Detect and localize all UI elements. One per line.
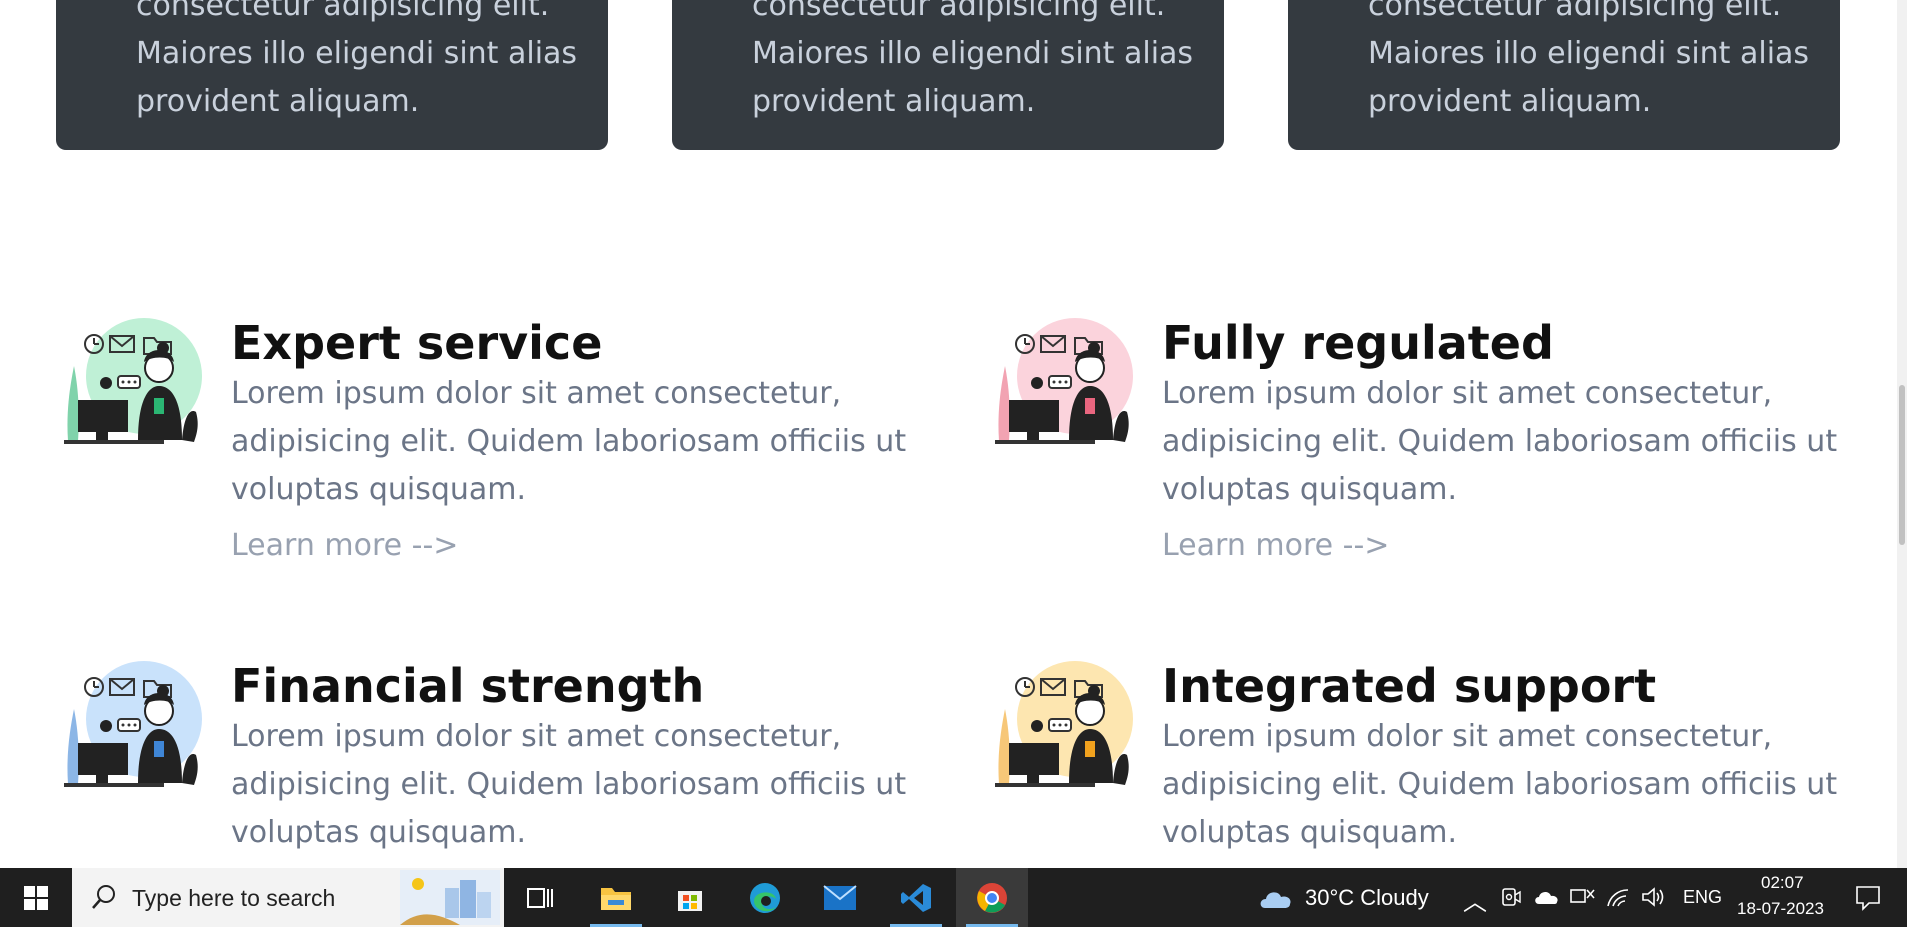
card-text-line: Maiores illo eligendi sint alias: [752, 36, 1194, 71]
feature-fully-regulated: Fully regulated Lorem ipsum dolor sit am…: [987, 316, 1887, 563]
windows-taskbar: Type here to search 30°C Cloudy ︿ ENG 02…: [0, 868, 1907, 927]
feature-title: Integrated support: [1162, 659, 1657, 713]
microsoft-store-icon: [678, 890, 702, 911]
search-placeholder: Type here to search: [132, 885, 336, 911]
support-agent-illustration: [64, 318, 202, 444]
feature-description: Lorem ipsum dolor sit amet consectetur, …: [231, 713, 911, 857]
feature-description-line: Lorem ipsum dolor sit amet consectetur,: [231, 376, 842, 411]
feature-description-line: adipisicing elit. Quidem laboriosam offi…: [1162, 767, 1838, 802]
card-text-line: Maiores illo eligendi sint alias: [1368, 36, 1810, 71]
feature-description-line: adipisicing elit. Quidem laboriosam offi…: [231, 424, 907, 459]
file-explorer-button[interactable]: [580, 868, 652, 927]
card-text-line: provident aliquam.: [752, 84, 1036, 119]
weather-text[interactable]: 30°C Cloudy: [1305, 885, 1429, 911]
file-explorer-icon: [601, 887, 631, 910]
clock-time[interactable]: 02:07: [1761, 873, 1804, 893]
mail-icon: [823, 884, 857, 910]
onedrive-cloud-icon[interactable]: [1533, 888, 1559, 906]
language-indicator[interactable]: ENG: [1683, 887, 1722, 908]
microsoft-store-button[interactable]: [654, 868, 726, 927]
clock-date[interactable]: 18-07-2023: [1737, 899, 1824, 919]
feature-description: Lorem ipsum dolor sit amet consectetur, …: [1162, 370, 1842, 514]
card-text-line: provident aliquam.: [1368, 84, 1652, 119]
chrome-button[interactable]: [956, 868, 1028, 927]
network-disconnected-icon[interactable]: [1569, 886, 1595, 908]
feature-description-line: Lorem ipsum dolor sit amet consectetur,: [1162, 719, 1773, 754]
feature-title: Expert service: [231, 316, 603, 370]
mail-button[interactable]: [804, 868, 876, 927]
feature-title: Financial strength: [231, 659, 705, 713]
info-card: consectetur adipisicing elit. Maiores il…: [56, 0, 608, 150]
card-text-line: consectetur adipisicing elit.: [752, 0, 1166, 23]
learn-more-link[interactable]: Learn more -->: [231, 528, 458, 563]
page-scrollbar[interactable]: [1897, 0, 1907, 868]
feature-description: Lorem ipsum dolor sit amet consectetur, …: [231, 370, 911, 514]
feature-integrated-support: Integrated support Lorem ipsum dolor sit…: [987, 659, 1887, 868]
chrome-icon: [977, 882, 1007, 913]
windows-logo-icon: [24, 885, 48, 910]
feature-description-line: voluptas quisquam.: [1162, 815, 1458, 850]
feature-description-line: voluptas quisquam.: [231, 815, 527, 850]
card-text-line: Maiores illo eligendi sint alias: [136, 36, 578, 71]
chevron-up-icon[interactable]: ︿: [1463, 882, 1487, 917]
cloudy-weather-icon: [1260, 892, 1291, 908]
task-view-button[interactable]: [504, 868, 576, 927]
feature-description: Lorem ipsum dolor sit amet consectetur, …: [1162, 713, 1842, 857]
wifi-icon[interactable]: [1606, 886, 1630, 908]
card-text-line: consectetur adipisicing elit.: [1368, 0, 1782, 23]
support-agent-illustration: [64, 661, 202, 787]
task-view-icon: [527, 887, 553, 908]
volume-icon[interactable]: [1641, 886, 1667, 908]
info-card: consectetur adipisicing elit. Maiores il…: [672, 0, 1224, 150]
feature-description-line: adipisicing elit. Quidem laboriosam offi…: [231, 767, 907, 802]
feature-description-line: Lorem ipsum dolor sit amet consectetur,: [1162, 376, 1773, 411]
vscode-button[interactable]: [880, 868, 952, 927]
card-text-line: provident aliquam.: [136, 84, 420, 119]
meet-now-icon[interactable]: [1501, 886, 1521, 908]
feature-description-line: voluptas quisquam.: [231, 472, 527, 507]
vscode-icon: [901, 883, 931, 912]
start-button[interactable]: [0, 868, 72, 927]
feature-description-line: voluptas quisquam.: [1162, 472, 1458, 507]
notification-center-icon[interactable]: [1855, 885, 1881, 911]
search-icon: [92, 885, 115, 909]
edge-button[interactable]: [729, 868, 801, 927]
search-highlight-image-icon: [400, 870, 500, 925]
scrollbar-thumb[interactable]: [1899, 385, 1905, 545]
edge-icon: [750, 882, 780, 913]
feature-title: Fully regulated: [1162, 316, 1554, 370]
learn-more-link[interactable]: Learn more -->: [1162, 528, 1389, 563]
card-text-line: consectetur adipisicing elit.: [136, 0, 550, 23]
feature-description-line: adipisicing elit. Quidem laboriosam offi…: [1162, 424, 1838, 459]
taskbar-search-box[interactable]: Type here to search: [72, 868, 504, 927]
feature-description-line: Lorem ipsum dolor sit amet consectetur,: [231, 719, 842, 754]
feature-financial-strength: Financial strength Lorem ipsum dolor sit…: [56, 659, 956, 868]
support-agent-illustration: [995, 318, 1133, 444]
webpage-viewport: consectetur adipisicing elit. Maiores il…: [0, 0, 1897, 868]
feature-expert-service: Expert service Lorem ipsum dolor sit ame…: [56, 316, 956, 563]
support-agent-illustration: [995, 661, 1133, 787]
info-card: consectetur adipisicing elit. Maiores il…: [1288, 0, 1840, 150]
